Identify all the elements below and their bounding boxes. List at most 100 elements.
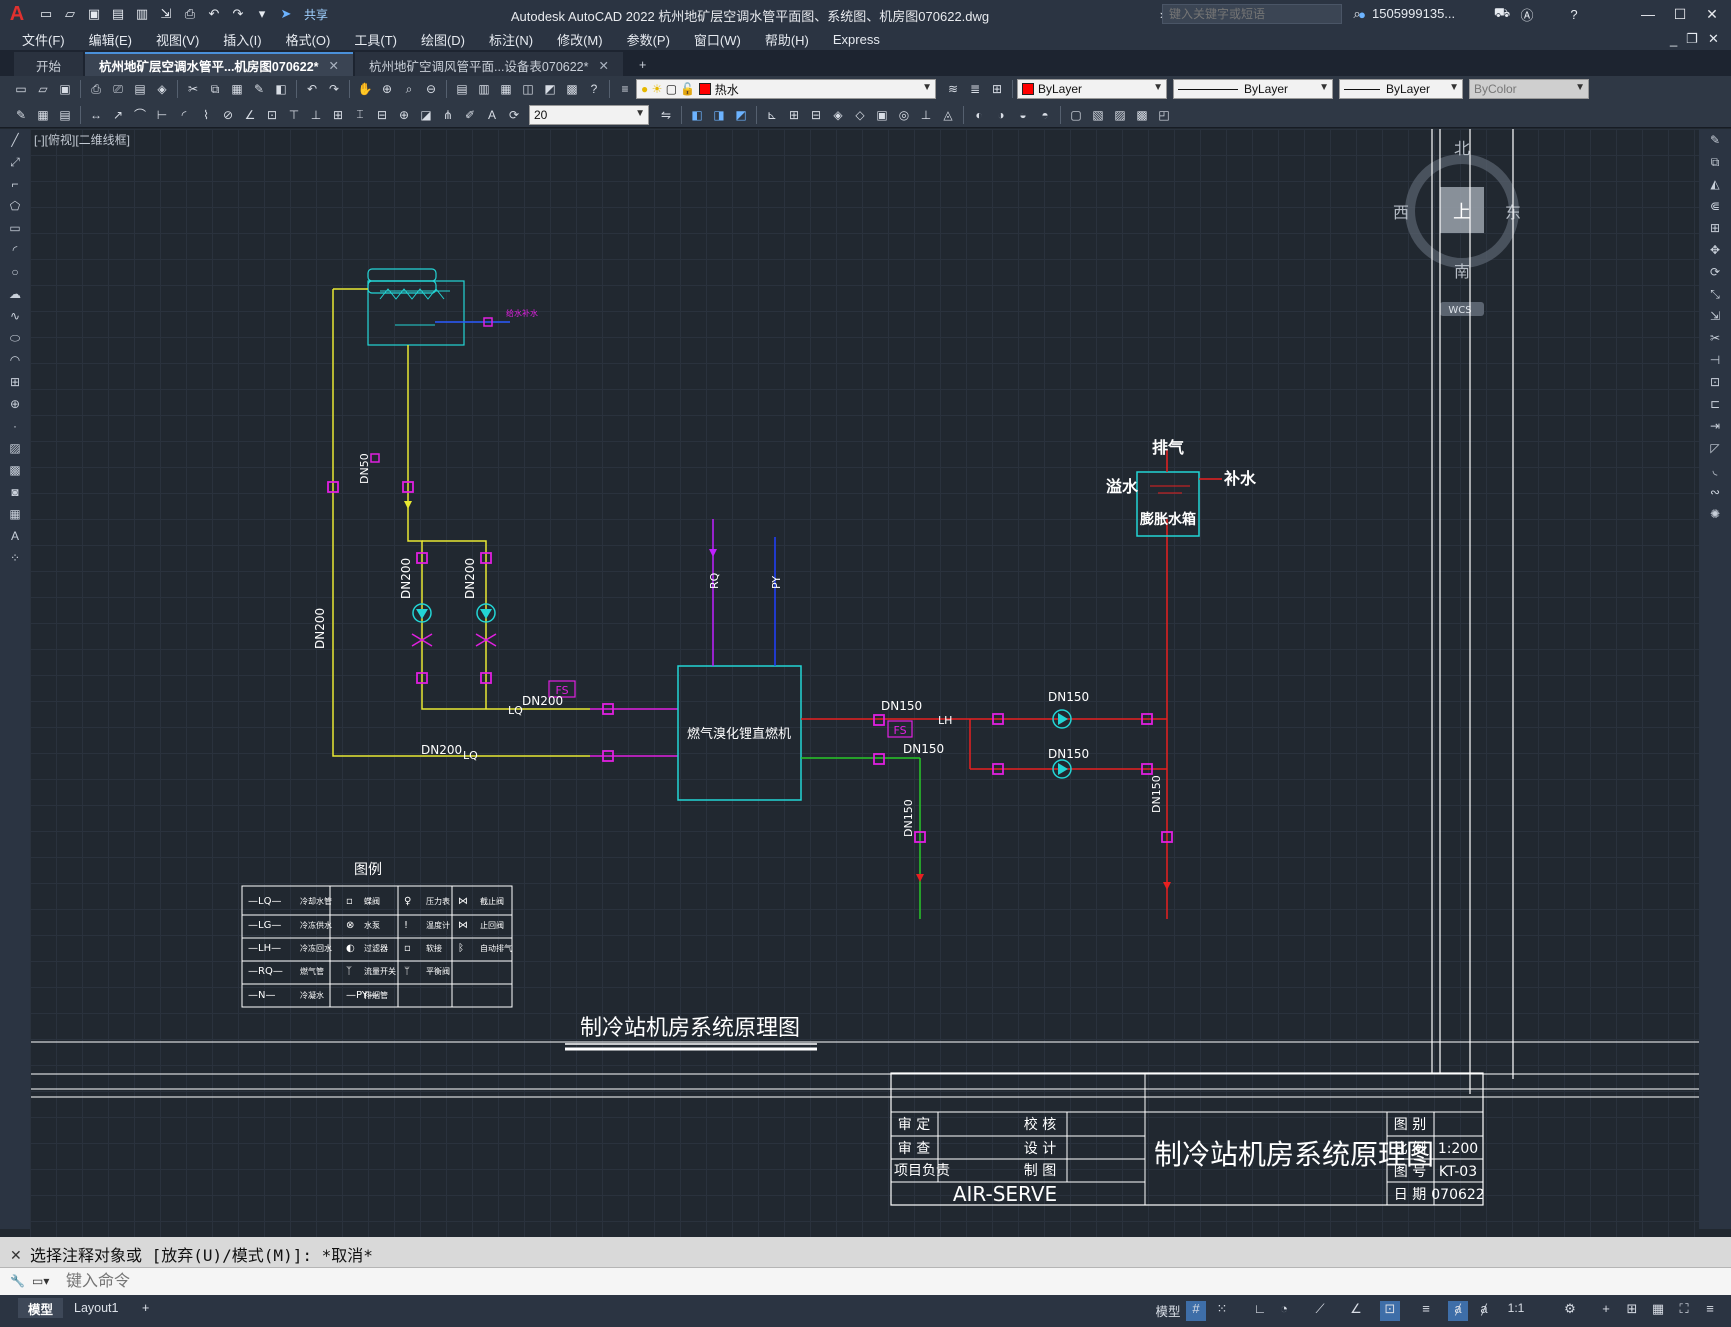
new-icon[interactable]: ▭ <box>36 4 56 24</box>
zoom-previous-icon[interactable]: ⊖ <box>422 80 440 98</box>
point-icon[interactable]: · <box>5 419 25 437</box>
color-select[interactable]: ByLayer ▼ <box>1017 79 1167 99</box>
baseline-icon[interactable]: ⊤ <box>285 106 303 124</box>
erase-icon[interactable]: ✎ <box>1705 133 1725 151</box>
layout-icon[interactable]: ◰ <box>1155 106 1173 124</box>
ucs-world-icon[interactable]: ⊞ <box>785 106 803 124</box>
zoom-window-icon[interactable]: ⌕ <box>400 80 418 98</box>
osnap-icon[interactable]: ⊡ <box>1380 1301 1400 1321</box>
ortho-icon[interactable]: ∟ <box>1250 1301 1270 1321</box>
calculator-icon[interactable]: ▩ <box>563 80 581 98</box>
dropdown-icon[interactable]: ▾ <box>252 4 272 24</box>
menu-window[interactable]: 窗口(W) <box>682 30 753 49</box>
publish-icon[interactable]: ▤ <box>131 80 149 98</box>
arc-icon[interactable]: ◜ <box>5 243 25 261</box>
redo-icon[interactable]: ↷ <box>325 80 343 98</box>
close-icon[interactable]: ✕ <box>10 1247 22 1264</box>
ordinate-dim-icon[interactable]: ⊢ <box>153 106 171 124</box>
text-style-icon[interactable]: ▤ <box>56 106 74 124</box>
cart-icon[interactable]: ⛟ <box>1492 4 1512 24</box>
view-back-icon[interactable]: ◨ <box>710 106 728 124</box>
layer-properties-icon[interactable]: ≡ <box>616 80 634 98</box>
move-icon[interactable]: ✥ <box>1705 243 1725 261</box>
scale-icon[interactable]: ⤡ <box>1705 287 1725 305</box>
maximize-icon[interactable]: ☐ <box>1666 3 1694 25</box>
layer-state-icon[interactable]: ⊞ <box>988 80 1006 98</box>
ucs-icon[interactable]: ⊾ <box>763 106 781 124</box>
plus-icon[interactable]: + <box>1596 1301 1616 1321</box>
isodraft-icon[interactable]: ⟋ <box>1310 1301 1330 1321</box>
mirror-icon[interactable]: ◭ <box>1705 177 1725 195</box>
view-left-icon[interactable]: ◩ <box>732 106 750 124</box>
diameter-dim-icon[interactable]: ⊘ <box>219 106 237 124</box>
ucs-zaxis-icon[interactable]: ⊥ <box>917 106 935 124</box>
trim-icon[interactable]: ✂ <box>1705 331 1725 349</box>
lock-icon[interactable]: 🔓 <box>680 82 695 96</box>
jogged-dim-icon[interactable]: ⌇ <box>197 106 215 124</box>
chevron-down-icon[interactable]: ▼ <box>635 108 645 119</box>
camera-icon[interactable]: ◓ <box>1036 106 1054 124</box>
array-icon[interactable]: ⊞ <box>1705 221 1725 239</box>
hatch-icon[interactable]: ▨ <box>5 441 25 459</box>
quick-dim-icon[interactable]: ⊡ <box>263 106 281 124</box>
tab-layout1[interactable]: Layout1 <box>64 1298 128 1318</box>
stretch-icon[interactable]: ⇲ <box>1705 309 1725 327</box>
polyline-icon[interactable]: ⌐ <box>5 177 25 195</box>
make-current-icon[interactable]: ≋ <box>944 80 962 98</box>
help-icon[interactable]: ? <box>585 80 603 98</box>
open-icon[interactable]: ▱ <box>60 4 80 24</box>
fillet-icon[interactable]: ◟ <box>1705 463 1725 481</box>
clip-icon[interactable]: ▧ <box>1089 106 1107 124</box>
layer-select[interactable]: ● ☀ ▢ 🔓 热水 ▼ <box>636 79 936 99</box>
publish-icon[interactable]: ▥ <box>132 4 152 24</box>
search-input[interactable] <box>1162 4 1342 24</box>
rotate-icon[interactable]: ⟳ <box>1705 265 1725 283</box>
grid-icon[interactable]: # <box>1186 1301 1206 1321</box>
viewcube[interactable]: 上 北 南 西 东 WCS <box>1393 139 1521 316</box>
maximize-viewport-icon[interactable]: ▩ <box>1133 106 1151 124</box>
dim-scale-select[interactable]: 20 ▼ <box>529 104 649 125</box>
save-icon[interactable]: ▣ <box>56 80 74 98</box>
autocad-logo[interactable]: A <box>0 0 34 28</box>
menu-draw[interactable]: 绘图(D) <box>409 30 477 49</box>
undo-icon[interactable]: ↶ <box>303 80 321 98</box>
annotation-visibility-icon[interactable]: ⱥ <box>1448 1301 1468 1321</box>
viewport-icon[interactable]: ▢ <box>1067 106 1085 124</box>
angular-dim-icon[interactable]: ∠ <box>241 106 259 124</box>
menu-edit[interactable]: 编辑(E) <box>77 30 144 49</box>
ucs-object-icon[interactable]: ◇ <box>851 106 869 124</box>
sheet-set-icon[interactable]: ◫ <box>519 80 537 98</box>
menu-format[interactable]: 格式(O) <box>274 30 343 49</box>
polar-icon[interactable]: ◔ <box>1274 1301 1294 1321</box>
extend-icon[interactable]: ⊣ <box>1705 353 1725 371</box>
bulb-icon[interactable]: ● <box>641 82 648 96</box>
continue-icon[interactable]: ⊥ <box>307 106 325 124</box>
dim-edit-icon[interactable]: ✐ <box>461 106 479 124</box>
view-front-icon[interactable]: ◧ <box>688 106 706 124</box>
sun-icon[interactable]: ☀ <box>652 82 663 96</box>
ucs-3point-icon[interactable]: ◬ <box>939 106 957 124</box>
open-icon[interactable]: ▱ <box>34 80 52 98</box>
linear-dim-icon[interactable]: ↔ <box>87 106 105 124</box>
insert-block-icon[interactable]: ⊞ <box>5 375 25 393</box>
markup-icon[interactable]: ◩ <box>541 80 559 98</box>
plotstyle-select[interactable]: ByColor ▼ <box>1469 79 1589 99</box>
menu-view[interactable]: 视图(V) <box>144 30 211 49</box>
lineweight-select[interactable]: ByLayer ▼ <box>1339 79 1463 99</box>
model-space-label[interactable]: 模型 <box>1150 1301 1186 1321</box>
spline-icon[interactable]: ∿ <box>5 309 25 327</box>
tool-palettes-icon[interactable]: ▦ <box>497 80 515 98</box>
menu-file[interactable]: 文件(F) <box>10 30 77 49</box>
table-icon[interactable]: ▦ <box>34 106 52 124</box>
dim-update-icon[interactable]: ⟳ <box>505 106 523 124</box>
ucs-previous-icon[interactable]: ⊟ <box>807 106 825 124</box>
jogged-linear-icon[interactable]: ⋔ <box>439 106 457 124</box>
inspection-icon[interactable]: ◪ <box>417 106 435 124</box>
wrench-icon[interactable]: 🔧 <box>10 1274 25 1288</box>
radius-dim-icon[interactable]: ◜ <box>175 106 193 124</box>
render-icon[interactable]: ◐ <box>970 106 988 124</box>
absorption-chiller[interactable]: 燃气溴化锂直燃机 <box>677 665 802 801</box>
rectangle-icon[interactable]: ▭ <box>5 221 25 239</box>
construction-line-icon[interactable]: ⤢ <box>5 155 25 173</box>
help-icon[interactable]: ? <box>1564 4 1584 24</box>
